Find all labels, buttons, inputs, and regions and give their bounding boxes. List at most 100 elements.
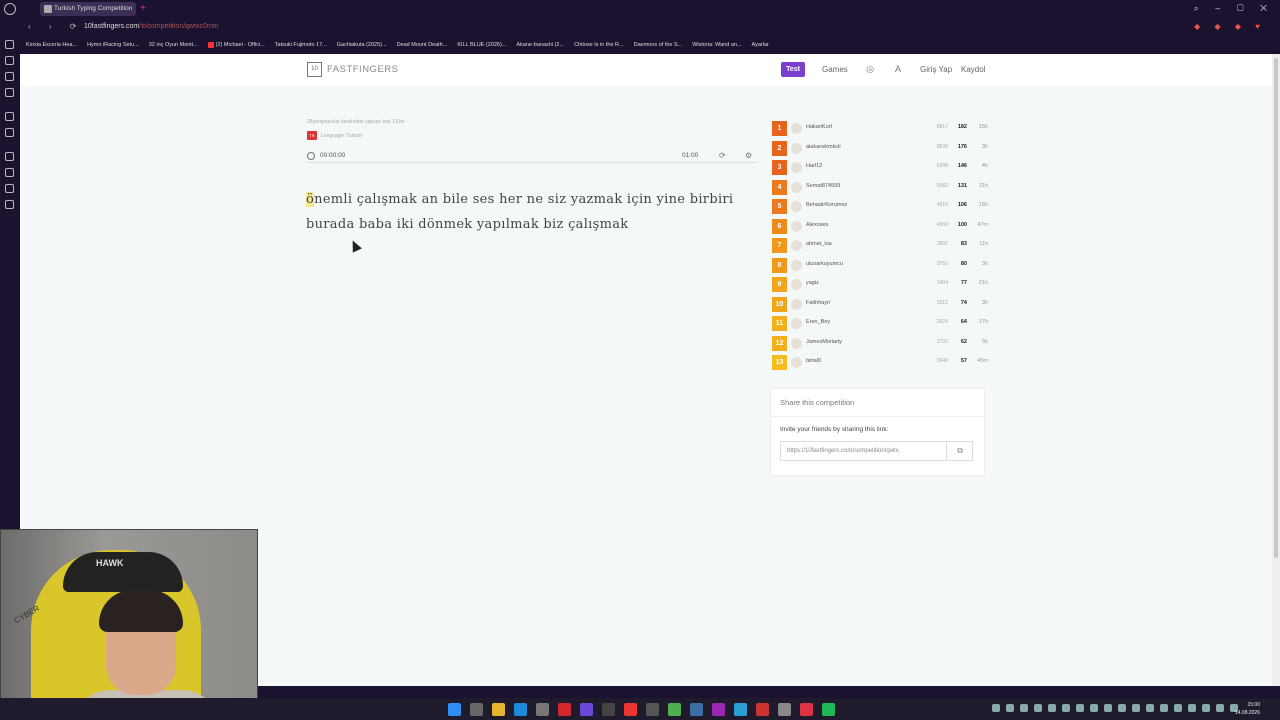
username[interactable]: ahmet_lua <box>806 241 832 247</box>
sidebar-twitch-icon[interactable] <box>5 112 14 121</box>
nav-login-link[interactable]: Giriş Yap <box>920 65 952 74</box>
sidebar-history-icon[interactable] <box>5 168 14 177</box>
nav-register-link[interactable]: Kaydol <box>961 65 985 74</box>
bookmark-item[interactable]: Kioxia Exceria Hea... <box>26 42 77 48</box>
tray-icon[interactable] <box>1020 704 1028 712</box>
sidebar-bag-icon[interactable] <box>5 56 14 65</box>
tray-icon[interactable] <box>1006 704 1014 712</box>
leaderboard-row[interactable]: 8 ulusarkuyumcu 3751 80 3h <box>772 256 988 276</box>
tray-icon[interactable] <box>1146 704 1154 712</box>
nav-test-button[interactable]: Test <box>781 62 805 77</box>
tray-icon[interactable] <box>1174 704 1182 712</box>
telegram-icon[interactable] <box>734 703 747 716</box>
bookmark-item[interactable]: Ayarlar <box>752 42 769 48</box>
username[interactable]: Harl12 <box>806 163 822 169</box>
tray-icon[interactable] <box>1104 704 1112 712</box>
username[interactable]: ulusarkuyumcu <box>806 261 843 267</box>
leaderboard-row[interactable]: 1 HakanKurt 8817 182 15h <box>772 119 988 139</box>
bookmark-item[interactable]: Tatsuki Fujimoto 17... <box>275 42 327 48</box>
edge-icon[interactable] <box>514 703 527 716</box>
leaderboard-row[interactable]: 3 Harl12 6998 146 4h <box>772 158 988 178</box>
discord-icon[interactable] <box>580 703 593 716</box>
language-icon[interactable]: A <box>893 64 903 74</box>
username[interactable]: birtal0 <box>806 358 821 364</box>
tray-icon[interactable] <box>1188 704 1196 712</box>
leaderboard-row[interactable]: 2 alakanekmkcii 8536 176 3h <box>772 139 988 159</box>
settings-icon[interactable]: ⚙ <box>745 151 752 160</box>
sidebar-percent-icon[interactable] <box>5 128 14 137</box>
leaderboard-row[interactable]: 9 yagiz 3494 77 21h <box>772 275 988 295</box>
copy-link-icon[interactable]: ⧉ <box>948 441 973 461</box>
leaderboard-row[interactable]: 12 JamesMoriarty 2737 62 5h <box>772 334 988 354</box>
opera-icon[interactable] <box>558 703 571 716</box>
app-icon[interactable] <box>646 703 659 716</box>
bookmark-item[interactable]: Hymo iRacing Setu... <box>87 42 139 48</box>
tray-icon[interactable] <box>1118 704 1126 712</box>
app-icon[interactable] <box>602 703 615 716</box>
store-icon[interactable] <box>536 703 549 716</box>
browser-logo-icon[interactable] <box>4 3 16 15</box>
bookmark-item[interactable]: Gachiakuta (2025)... <box>337 42 387 48</box>
tray-icon[interactable] <box>1034 704 1042 712</box>
sidebar-box-icon[interactable] <box>5 184 14 193</box>
username[interactable]: Alexoses <box>806 222 828 228</box>
tray-icon[interactable] <box>1216 704 1224 712</box>
leaderboard-row[interactable]: 4 Semat874599 6082 131 21h <box>772 178 988 198</box>
username[interactable]: JamesMoriarty <box>806 339 842 345</box>
nav-games-link[interactable]: Games <box>822 65 848 74</box>
page-scrollbar[interactable] <box>1272 54 1280 686</box>
username[interactable]: HakanKurt <box>806 124 832 130</box>
browser-tab[interactable]: Turkish Typing Competition <box>40 2 136 16</box>
url-field[interactable]: 10fastfingers.com/tr/competition/qwtxc0m… <box>84 23 219 30</box>
site-logo[interactable]: 10 FASTFINGERS <box>307 62 398 77</box>
bookmark-item[interactable]: Akane-banashi (2... <box>516 42 564 48</box>
leaderboard-row[interactable]: 13 birtal0 2640 57 40m <box>772 353 988 373</box>
extension-icons[interactable]: ◆ ◆ ◆ ♥ <box>1194 22 1266 31</box>
chrome-icon[interactable] <box>800 703 813 716</box>
tray-icon[interactable] <box>1160 704 1168 712</box>
app-icon[interactable] <box>712 703 725 716</box>
spotify-icon[interactable] <box>822 703 835 716</box>
username[interactable]: alakanekmkcii <box>806 144 841 150</box>
new-tab-icon[interactable]: + <box>140 2 150 16</box>
tray-icon[interactable] <box>992 704 1000 712</box>
search-icon[interactable] <box>470 703 483 716</box>
bookmark-item[interactable]: Daemons of the S... <box>634 42 683 48</box>
username[interactable]: Eren_Bey <box>806 319 830 325</box>
folder-icon[interactable] <box>492 703 505 716</box>
tray-icon[interactable] <box>1132 704 1140 712</box>
start-icon[interactable] <box>448 703 461 716</box>
sidebar-back-icon[interactable] <box>5 40 14 49</box>
app-icon[interactable] <box>778 703 791 716</box>
palette-icon[interactable]: ◎ <box>865 64 875 74</box>
app-icon[interactable] <box>690 703 703 716</box>
share-link-input[interactable]: https://10fastfingers.com/competition/qw… <box>780 441 947 461</box>
tray-icon[interactable] <box>1090 704 1098 712</box>
tray-icon[interactable] <box>1202 704 1210 712</box>
username[interactable]: Semat874599 <box>806 183 840 189</box>
app-icon[interactable] <box>624 703 637 716</box>
sidebar-settings-icon[interactable] <box>5 200 14 209</box>
username[interactable]: BehadırKorumez <box>806 202 847 208</box>
bookmark-item[interactable]: Dead Mount Death... <box>397 42 448 48</box>
bookmark-item[interactable]: Wistoria: Wand an... <box>692 42 741 48</box>
nav-buttons-icon[interactable]: ‹ › ⟳ <box>28 22 84 31</box>
app-icon[interactable] <box>756 703 769 716</box>
window-controls-icon[interactable]: ⌕ – ▢ ✕ <box>1194 3 1274 14</box>
username[interactable]: yagiz <box>806 280 819 286</box>
leaderboard-row[interactable]: 6 Alexoses 4559 100 47m <box>772 217 988 237</box>
username[interactable]: Fatihhayri <box>806 300 830 306</box>
system-clock[interactable]: 15:00 14.08.2026 <box>1235 701 1260 717</box>
leaderboard-row[interactable]: 10 Fatihhayri 3312 74 3h <box>772 295 988 315</box>
sidebar-messenger-icon[interactable] <box>5 72 14 81</box>
sidebar-play-icon[interactable] <box>5 152 14 161</box>
nvidia-icon[interactable] <box>668 703 681 716</box>
tray-icon[interactable] <box>1048 704 1056 712</box>
leaderboard-row[interactable]: 5 BehadırKorumez 4910 106 16h <box>772 197 988 217</box>
tray-icon[interactable] <box>1076 704 1084 712</box>
typing-text[interactable]: önemli çalışmak an bile ses her ne siz y… <box>306 187 756 237</box>
reload-icon[interactable]: ⟳ <box>719 151 726 160</box>
leaderboard-row[interactable]: 11 Eren_Bey 2624 64 17h <box>772 314 988 334</box>
leaderboard-row[interactable]: 7 ahmet_lua 3601 83 11h <box>772 236 988 256</box>
bookmark-item[interactable]: KILL BLUE (2026)... <box>457 42 506 48</box>
